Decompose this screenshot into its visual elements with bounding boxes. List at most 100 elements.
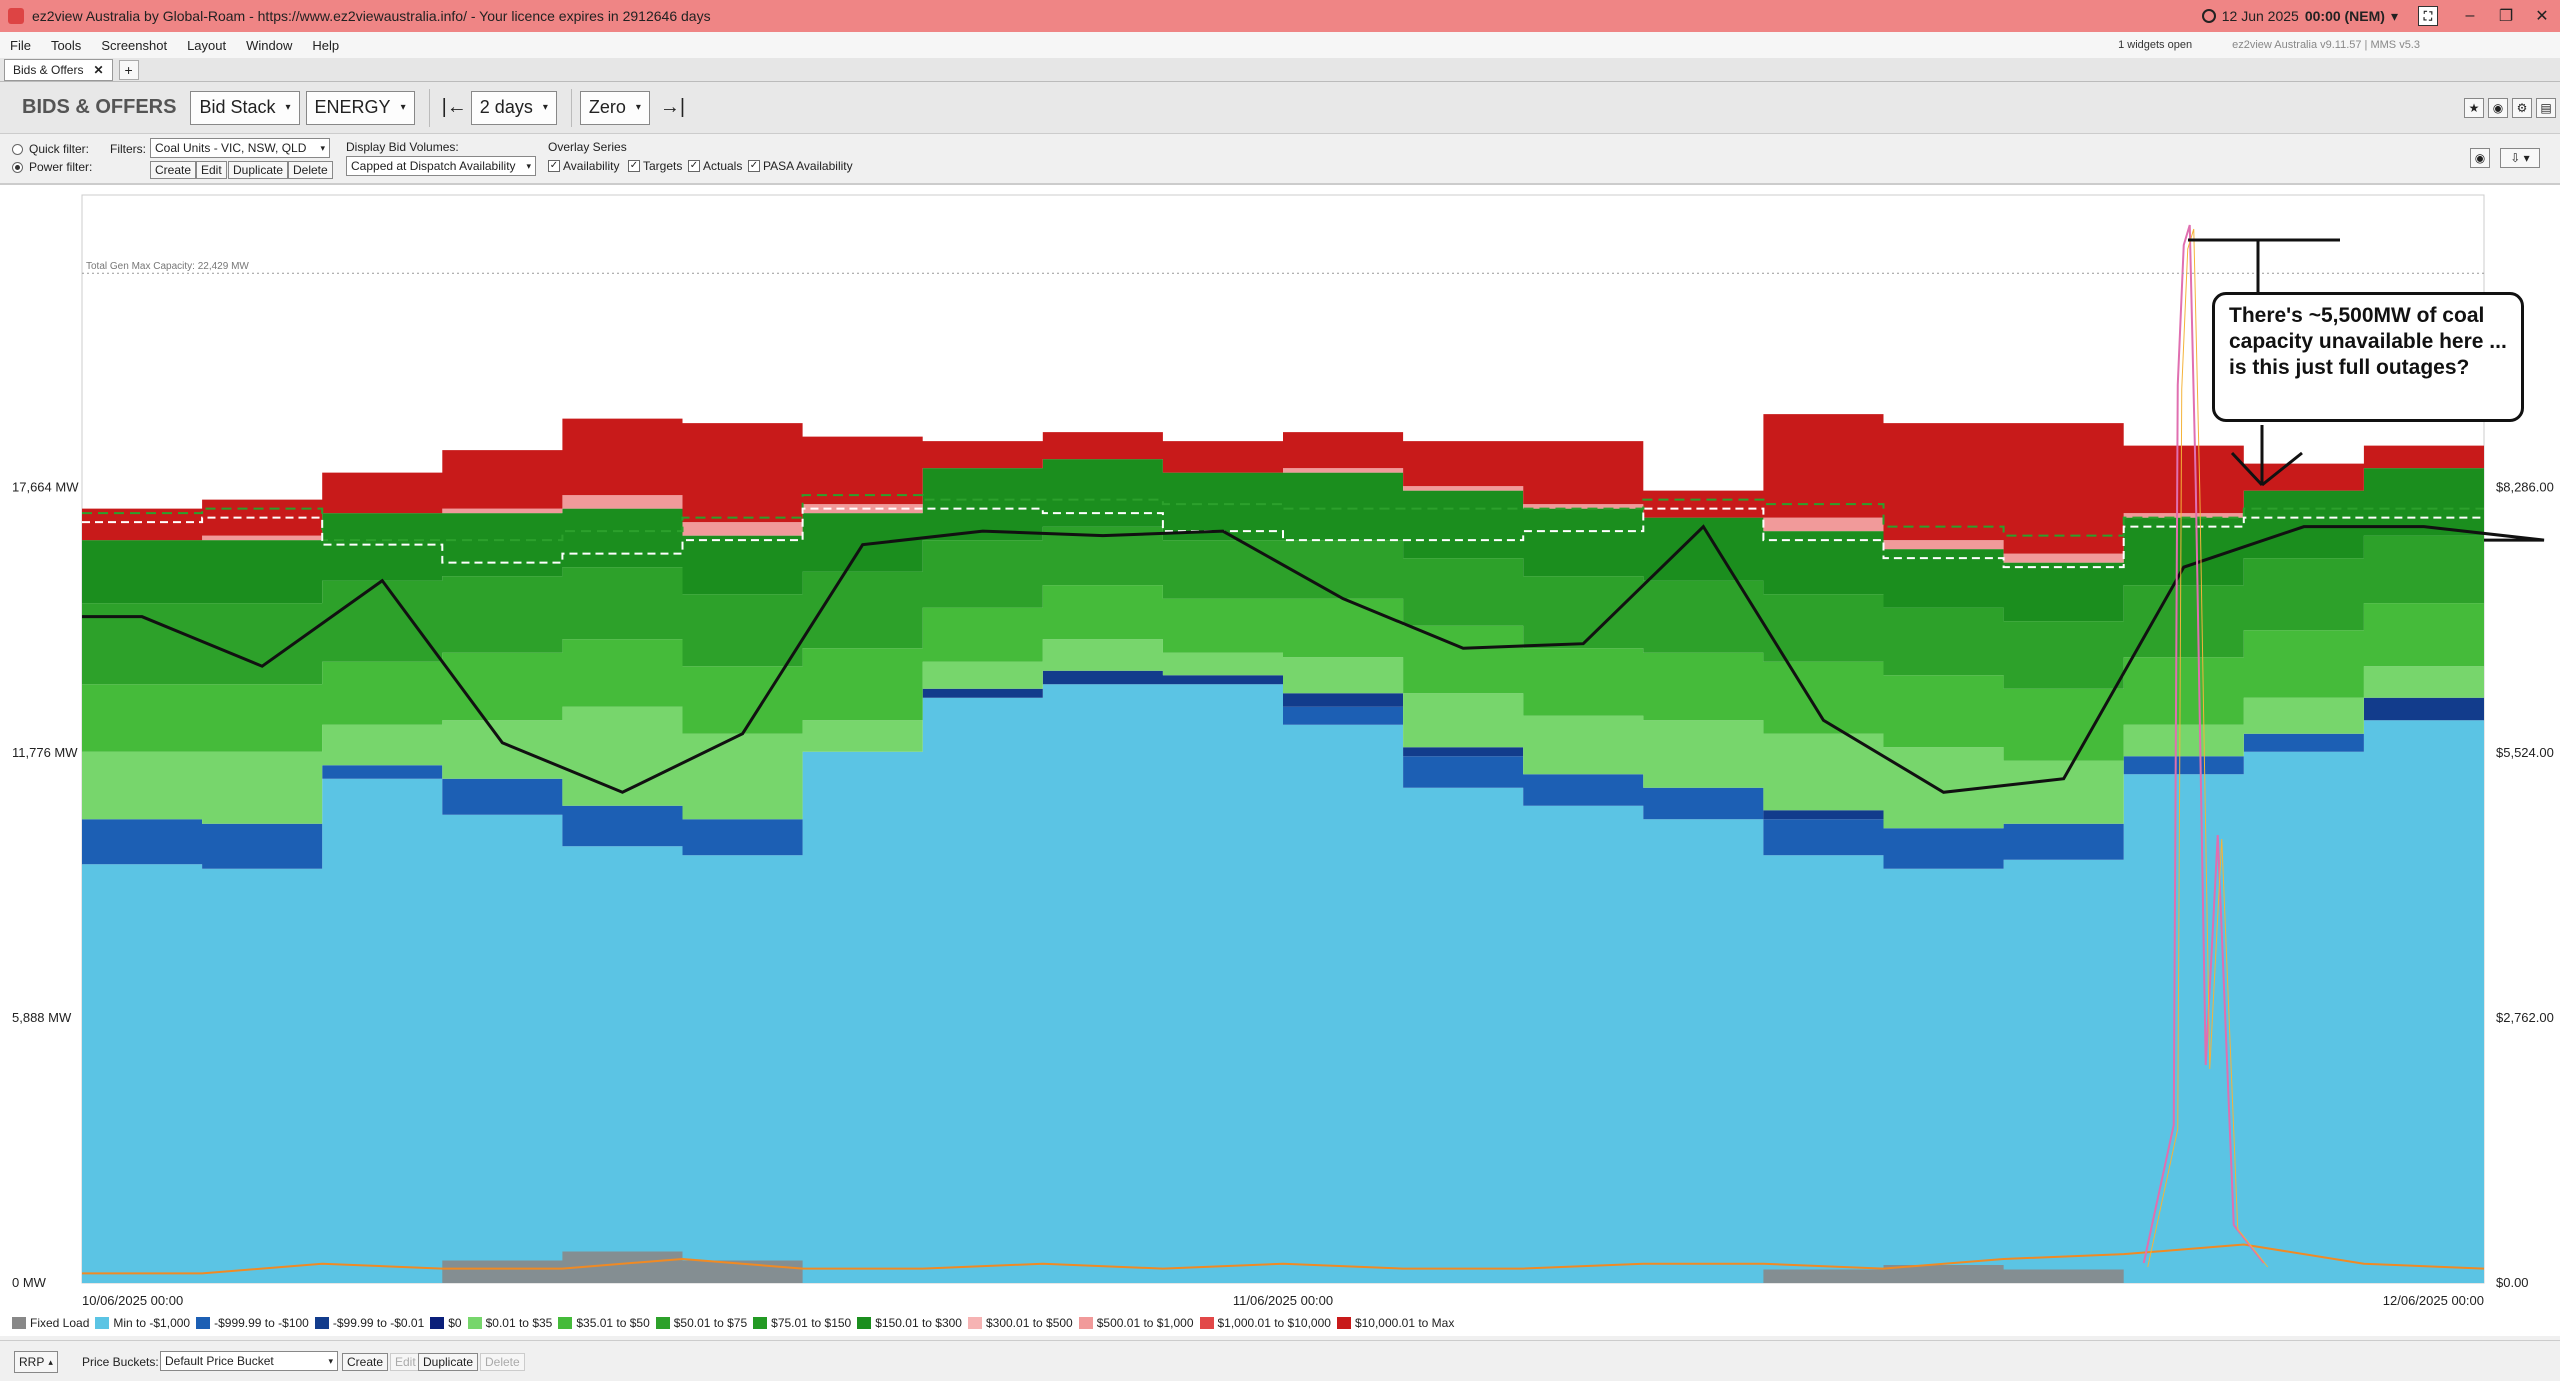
power-filter-radio[interactable] <box>12 161 23 173</box>
tab-bids-offers[interactable]: Bids & Offers ✕ <box>4 58 113 81</box>
period-dropdown[interactable]: 2 days ▾ <box>470 90 557 125</box>
legend-swatch <box>314 1317 329 1329</box>
widget-title: BIDS & OFFERS <box>22 96 177 118</box>
legend-swatch <box>857 1317 872 1329</box>
overlay-availability[interactable]: ✓ Availability <box>548 159 619 173</box>
compact-mode-button[interactable]: ⛶ <box>2418 6 2438 26</box>
legend-item[interactable]: $10,000.01 to Max <box>1336 1316 1455 1330</box>
legend-item[interactable]: $50.01 to $75 <box>655 1316 747 1330</box>
comment-icon[interactable]: ▤ <box>2536 97 2556 118</box>
settings-icon[interactable]: ⚙ <box>2512 97 2532 118</box>
legend-swatch <box>967 1317 982 1329</box>
legend-item[interactable]: $75.01 to $150 <box>753 1316 851 1330</box>
availability-checkbox[interactable]: ✓ <box>548 160 560 172</box>
restore-button[interactable]: ❐ <box>2488 6 2524 26</box>
legend-label: $300.01 to $500 <box>985 1316 1073 1330</box>
rrp-dropdown[interactable]: RRP ▴ <box>14 1351 58 1373</box>
price-buckets-dropdown[interactable]: Default Price Bucket ▾ <box>160 1351 338 1371</box>
power-filter-option[interactable]: Power filter: <box>12 160 92 174</box>
duplicate-filter-button[interactable]: Duplicate <box>228 161 289 179</box>
delete-filter-button[interactable]: Delete <box>288 161 333 179</box>
bid-stack-chart[interactable]: Total Gen Max Capacity: 22,429 MW 17,664 … <box>0 184 2560 1314</box>
legend-item[interactable]: $150.01 to $300 <box>857 1316 962 1330</box>
jump-to-start-icon[interactable]: |← <box>442 96 467 119</box>
edit-bucket-button[interactable]: Edit <box>390 1353 421 1371</box>
clock-display[interactable]: 12 Jun 2025 00:00 (NEM) ▾ <box>2201 8 2398 25</box>
edit-filter-button[interactable]: Edit <box>196 161 227 179</box>
widget-toolbar: BIDS & OFFERS Bid Stack ▾ ENERGY ▾ |← 2 … <box>0 82 2560 134</box>
legend-item[interactable]: $0 <box>430 1316 462 1330</box>
pasa-availability-label: PASA Availability <box>763 159 853 173</box>
app-logo-icon <box>8 8 24 24</box>
create-filter-button[interactable]: Create <box>150 161 197 179</box>
market-dropdown[interactable]: ENERGY ▾ <box>305 90 415 125</box>
jump-to-end-icon[interactable]: →| <box>660 96 685 119</box>
toolbar-divider <box>570 88 572 127</box>
legend-item[interactable]: Min to -$1,000 <box>95 1316 190 1330</box>
legend-item[interactable]: $1,000.01 to $10,000 <box>1199 1316 1331 1330</box>
menu-screenshot[interactable]: Screenshot <box>91 38 177 53</box>
chevron-down-icon: ▾ <box>635 102 641 113</box>
export-icon[interactable]: ⇩ ▾ <box>2500 148 2540 168</box>
baseline-value: Zero <box>588 97 626 117</box>
pasa-availability-checkbox[interactable]: ✓ <box>748 160 760 172</box>
legend-swatch <box>655 1317 670 1329</box>
baseline-dropdown[interactable]: Zero ▾ <box>579 90 650 125</box>
legend-swatch <box>753 1317 768 1329</box>
menu-window[interactable]: Window <box>236 38 302 53</box>
close-icon[interactable]: ✕ <box>93 63 103 77</box>
filter-dropdown[interactable]: Coal Units - VIC, NSW, QLD ▾ <box>150 138 330 158</box>
legend-swatch <box>1336 1317 1351 1329</box>
market-value: ENERGY <box>314 97 391 117</box>
tab-label: Bids & Offers <box>13 62 84 77</box>
widgets-open-count[interactable]: 1 widgets open <box>2118 39 2192 51</box>
menu-file[interactable]: File <box>0 38 41 53</box>
menu-help[interactable]: Help <box>302 38 349 53</box>
rrp-label: RRP <box>19 1355 45 1369</box>
camera-icon[interactable]: ◉ <box>2488 97 2508 118</box>
overlay-targets[interactable]: ✓ Targets <box>628 159 682 173</box>
duplicate-bucket-button[interactable]: Duplicate <box>418 1353 479 1371</box>
add-tab-button[interactable]: + <box>118 59 139 80</box>
overlay-actuals[interactable]: ✓ Actuals <box>688 159 742 173</box>
legend-item[interactable]: -$999.99 to -$100 <box>196 1316 309 1330</box>
legend-swatch <box>430 1317 445 1329</box>
legend-label: $0 <box>448 1316 462 1330</box>
view-dropdown[interactable]: Bid Stack ▾ <box>190 90 300 125</box>
display-bid-volumes-dropdown[interactable]: Capped at Dispatch Availability ▾ <box>346 156 536 176</box>
camera-icon[interactable]: ◉ <box>2470 148 2490 168</box>
chart-canvas[interactable]: Total Gen Max Capacity: 22,429 MW 17,664 … <box>0 185 2560 1311</box>
targets-checkbox[interactable]: ✓ <box>628 160 640 172</box>
legend-item[interactable]: $300.01 to $500 <box>967 1316 1073 1330</box>
actuals-checkbox[interactable]: ✓ <box>688 160 700 172</box>
legend-item[interactable]: Fixed Load <box>12 1316 89 1330</box>
delete-bucket-button[interactable]: Delete <box>480 1353 525 1371</box>
legend-swatch <box>12 1317 26 1329</box>
chevron-down-icon: ▾ <box>400 102 406 113</box>
filters-label: Filters: <box>110 142 146 156</box>
legend-item[interactable]: $35.01 to $50 <box>558 1316 650 1330</box>
close-window-button[interactable]: ✕ <box>2524 6 2560 26</box>
legend-item[interactable]: -$99.99 to -$0.01 <box>314 1316 424 1330</box>
bottom-toolbar: RRP ▴ Price Buckets: Default Price Bucke… <box>0 1340 2560 1381</box>
menu-layout[interactable]: Layout <box>177 38 236 53</box>
y-left-tick: 17,664 MW <box>12 480 79 495</box>
x-tick: 10/06/2025 00:00 <box>82 1293 183 1308</box>
total-capacity-label: Total Gen Max Capacity: 22,429 MW <box>86 261 249 272</box>
callout-text: There's ~5,500MW of coal capacity unavai… <box>2229 304 2507 379</box>
legend-item[interactable]: $500.01 to $1,000 <box>1078 1316 1194 1330</box>
legend: Fixed Load Min to -$1,000 -$999.99 to -$10… <box>0 1310 2560 1336</box>
power-filter-label: Power filter: <box>29 160 93 174</box>
quick-filter-label: Quick filter: <box>29 142 90 156</box>
create-bucket-button[interactable]: Create <box>342 1353 389 1371</box>
overlay-pasa-availability[interactable]: ✓ PASA Availability <box>748 159 853 173</box>
menu-tools[interactable]: Tools <box>41 38 91 53</box>
title-bar: ez2view Australia by Global-Roam - https… <box>0 0 2560 32</box>
favorite-icon[interactable]: ★ <box>2464 97 2484 118</box>
quick-filter-option[interactable]: Quick filter: <box>12 142 89 156</box>
minimize-button[interactable]: – <box>2452 7 2488 25</box>
legend-label: $10,000.01 to Max <box>1354 1316 1455 1330</box>
legend-label: $150.01 to $300 <box>875 1316 962 1330</box>
quick-filter-radio[interactable] <box>12 143 23 155</box>
legend-item[interactable]: $0.01 to $35 <box>467 1316 552 1330</box>
